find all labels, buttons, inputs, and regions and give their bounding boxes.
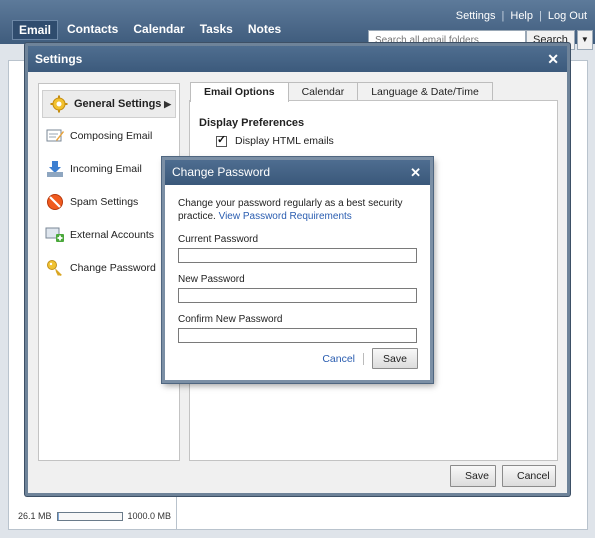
- divider: |: [539, 10, 542, 22]
- tab-calendar[interactable]: Calendar: [287, 82, 359, 101]
- sidebar-item-label: Change Password: [70, 261, 156, 274]
- current-password-label: Current Password: [178, 234, 259, 245]
- dialog-intro: Change your password regularly as a best…: [178, 197, 417, 223]
- inbox-arrow-icon: [45, 159, 65, 179]
- storage-fill: [57, 512, 60, 520]
- add-account-icon: [45, 225, 65, 245]
- option-display-html: Display HTML emails: [216, 133, 557, 147]
- sidebar-item-label: External Accounts: [70, 228, 155, 241]
- new-password-field[interactable]: [178, 288, 417, 303]
- nav-calendar[interactable]: Calendar: [127, 20, 190, 40]
- dialog-titlebar: Change Password ✕: [165, 160, 430, 185]
- chevron-right-icon: ▶: [164, 98, 171, 109]
- dialog-title: Change Password: [172, 165, 271, 179]
- key-icon: [45, 258, 65, 278]
- sidebar-item-change-password[interactable]: Change Password: [39, 251, 179, 284]
- storage-used: 26.1 MB: [18, 511, 52, 521]
- nav-contacts[interactable]: Contacts: [61, 20, 124, 40]
- sidebar-item-label: Spam Settings: [70, 195, 139, 208]
- dialog-body: Change your password regularly as a best…: [165, 185, 430, 343]
- settings-sidebar: General Settings ▶ Composing Email Incom…: [38, 83, 180, 461]
- sidebar-item-incoming-email[interactable]: Incoming Email: [39, 152, 179, 185]
- no-entry-icon: [45, 192, 65, 212]
- password-requirements-link[interactable]: View Password Requirements: [219, 211, 352, 222]
- close-icon[interactable]: ✕: [547, 46, 559, 72]
- close-icon[interactable]: ✕: [410, 160, 421, 185]
- help-link[interactable]: Help: [510, 10, 533, 22]
- app-topbar: Email Contacts Calendar Tasks Notes Sett…: [0, 0, 595, 50]
- change-password-dialog: Change Password ✕ Change your password r…: [162, 157, 433, 383]
- nav-email[interactable]: Email: [12, 20, 59, 40]
- utility-links: Settings | Help | Log Out: [456, 10, 587, 22]
- settings-title: Settings: [35, 52, 83, 66]
- settings-cancel-button[interactable]: Cancel: [502, 465, 556, 487]
- confirm-password-field[interactable]: [178, 328, 417, 343]
- storage-total: 1000.0 MB: [127, 511, 172, 521]
- logout-link[interactable]: Log Out: [548, 10, 587, 22]
- tab-language-date-time[interactable]: Language & Date/Time: [357, 82, 493, 101]
- tab-email-options[interactable]: Email Options: [190, 82, 289, 102]
- sidebar-item-label: General Settings: [74, 98, 162, 110]
- nav-notes[interactable]: Notes: [242, 20, 287, 40]
- nav-tasks[interactable]: Tasks: [194, 20, 239, 40]
- storage-meter: 26.1 MB 1000.0 MB: [18, 511, 171, 521]
- divider: [363, 352, 364, 365]
- display-html-checkbox[interactable]: [216, 133, 227, 147]
- sidebar-item-label: Incoming Email: [70, 162, 142, 175]
- new-password-label: New Password: [178, 274, 245, 285]
- divider: |: [501, 10, 505, 22]
- dialog-actions: Cancel Save: [322, 348, 418, 369]
- compose-icon: [45, 126, 65, 146]
- main-nav: Email Contacts Calendar Tasks Notes: [12, 20, 290, 40]
- settings-tabs: Email Options Calendar Language & Date/T…: [190, 82, 493, 102]
- sidebar-item-external-accounts[interactable]: External Accounts: [39, 218, 179, 251]
- sidebar-item-composing-email[interactable]: Composing Email: [39, 119, 179, 152]
- settings-save-button[interactable]: Save: [450, 465, 496, 487]
- sidebar-item-spam-settings[interactable]: Spam Settings: [39, 185, 179, 218]
- option-label: Display HTML emails: [235, 135, 334, 147]
- sidebar-item-label: Composing Email: [70, 129, 153, 142]
- settings-titlebar: Settings ✕: [28, 46, 567, 72]
- section-title: Display Preferences: [199, 117, 305, 129]
- dialog-save-button[interactable]: Save: [372, 348, 418, 369]
- search-options-chevron-icon[interactable]: ▼: [576, 30, 593, 50]
- gear-icon: [49, 94, 69, 114]
- dialog-cancel-link[interactable]: Cancel: [322, 353, 355, 365]
- sidebar-item-general-settings[interactable]: General Settings ▶: [42, 90, 176, 118]
- storage-bar: [56, 511, 123, 521]
- settings-link[interactable]: Settings: [456, 10, 496, 22]
- confirm-password-label: Confirm New Password: [178, 314, 283, 325]
- current-password-field[interactable]: [178, 248, 417, 263]
